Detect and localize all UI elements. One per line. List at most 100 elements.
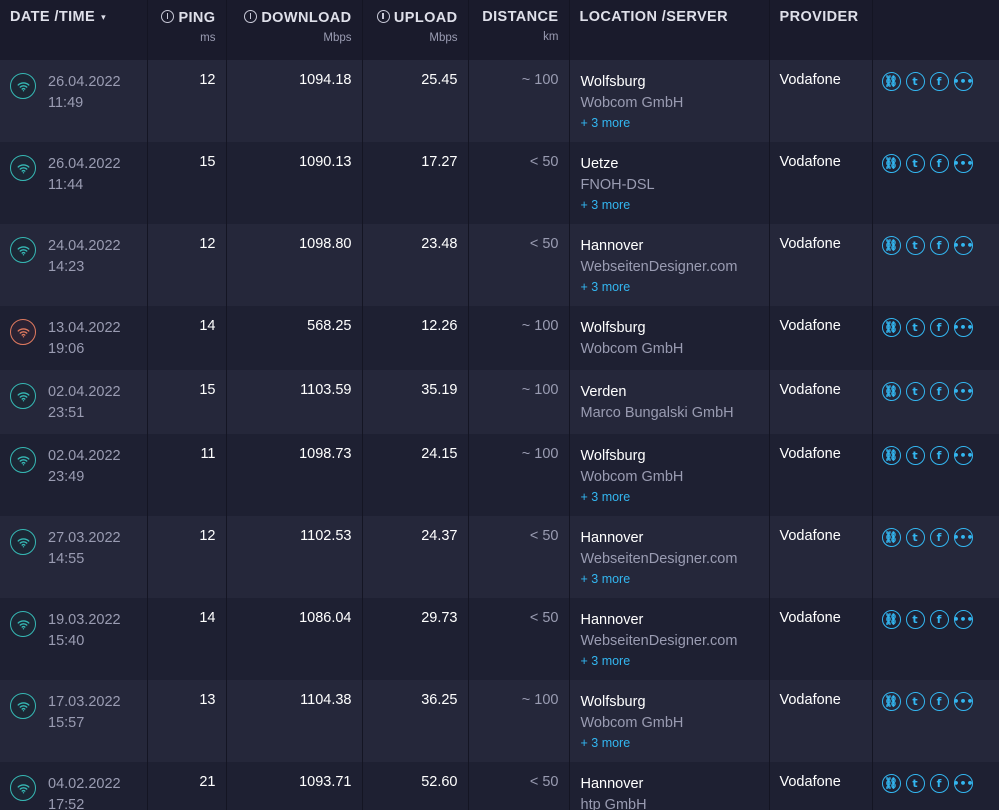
facebook-icon[interactable]: f: [929, 382, 949, 401]
twitter-icon[interactable]: t: [905, 610, 925, 629]
facebook-icon[interactable]: f: [929, 774, 949, 793]
facebook-icon[interactable]: f: [929, 610, 949, 629]
ping-value: 15: [147, 142, 227, 224]
location-cell: Wolfsburg Wobcom GmbH: [569, 306, 770, 370]
header-label: DOWNLOAD: [261, 10, 352, 26]
server-sponsor: WebseitenDesigner.com: [580, 633, 738, 649]
link-icon[interactable]: ⛓: [881, 610, 901, 629]
table-row[interactable]: 02.04.2022 23:51 15 1103.59 35.19 ~ 100 Verden…: [0, 370, 999, 434]
more-options-icon[interactable]: •••: [952, 72, 974, 91]
twitter-icon[interactable]: t: [905, 774, 925, 793]
facebook-icon[interactable]: f: [929, 236, 949, 255]
twitter-icon[interactable]: t: [905, 528, 925, 547]
twitter-icon[interactable]: t: [905, 318, 925, 337]
more-options-icon[interactable]: •••: [952, 236, 974, 255]
distance-value: < 50: [468, 598, 570, 680]
header-label: UPLOAD: [393, 10, 458, 26]
twitter-icon[interactable]: t: [905, 692, 925, 711]
more-options-icon[interactable]: •••: [952, 610, 974, 629]
header-unit: ms: [200, 32, 216, 44]
twitter-icon[interactable]: t: [905, 72, 925, 91]
share-icons: ⛓ t f •••: [881, 528, 999, 547]
more-options-icon[interactable]: •••: [952, 446, 974, 465]
more-options-icon[interactable]: •••: [952, 774, 974, 793]
ping-value: 11: [147, 434, 227, 516]
more-servers-link[interactable]: + 3 more: [581, 114, 769, 133]
table-row[interactable]: 26.04.2022 11:44 15 1090.13 17.27 < 50 Uetze FN…: [0, 142, 999, 224]
download-icon: [244, 10, 258, 23]
link-icon[interactable]: ⛓: [881, 154, 901, 173]
result-date: 27.03.2022: [48, 530, 121, 546]
upload-value: 52.60: [362, 762, 469, 810]
more-servers-link[interactable]: + 3 more: [581, 488, 769, 507]
link-icon[interactable]: ⛓: [881, 318, 901, 337]
sort-caret-icon: ▾: [101, 12, 107, 22]
more-options-icon[interactable]: •••: [952, 382, 974, 401]
ping-value: 14: [147, 306, 227, 370]
result-time: 15:57: [48, 715, 85, 731]
table-row[interactable]: 13.04.2022 19:06 14 568.25 12.26 ~ 100 Wolfsbu…: [0, 306, 999, 370]
more-servers-link[interactable]: + 3 more: [581, 278, 769, 297]
header-download[interactable]: DOWNLOAD Mbps: [226, 0, 363, 60]
more-servers-link[interactable]: + 3 more: [581, 196, 769, 215]
location-cell: Uetze FNOH-DSL + 3 more: [569, 142, 770, 224]
more-servers-link[interactable]: + 3 more: [581, 652, 769, 671]
twitter-icon[interactable]: t: [905, 236, 925, 255]
more-servers-link[interactable]: + 3 more: [581, 570, 769, 589]
table-row[interactable]: 19.03.2022 15:40 14 1086.04 29.73 < 50 Hannove…: [0, 598, 999, 680]
header-ping[interactable]: PING ms: [147, 0, 227, 60]
facebook-icon[interactable]: f: [929, 692, 949, 711]
result-time: 14:23: [48, 259, 85, 275]
twitter-icon[interactable]: t: [905, 382, 925, 401]
header-provider[interactable]: PROVIDER: [769, 0, 873, 60]
results-table: DATE /TIME ▾ PING ms DOWNLOAD Mbps UPLOAD Mb…: [0, 0, 999, 810]
more-options-icon[interactable]: •••: [952, 528, 974, 547]
upload-value: 35.19: [362, 370, 469, 434]
download-value: 1094.18: [226, 60, 363, 142]
table-row[interactable]: 27.03.2022 14:55 12 1102.53 24.37 < 50 Hannove…: [0, 516, 999, 598]
upload-value: 12.26: [362, 306, 469, 370]
header-location-server[interactable]: LOCATION /SERVER: [569, 0, 770, 60]
wifi-icon: [10, 237, 36, 263]
link-icon[interactable]: ⛓: [881, 692, 901, 711]
ping-value: 12: [147, 60, 227, 142]
link-icon[interactable]: ⛓: [881, 236, 901, 255]
link-icon[interactable]: ⛓: [881, 382, 901, 401]
share-icons: ⛓ t f •••: [881, 236, 999, 255]
header-label: LOCATION /SERVER: [579, 9, 728, 25]
server-location: Verden: [580, 384, 627, 400]
facebook-icon[interactable]: f: [929, 446, 949, 465]
more-options-icon[interactable]: •••: [952, 692, 974, 711]
share-icons: ⛓ t f •••: [881, 154, 999, 173]
table-row[interactable]: 17.03.2022 15:57 13 1104.38 36.25 ~ 100 Wolfsb…: [0, 680, 999, 762]
date-time-cell: 04.02.2022 17:52: [0, 762, 148, 810]
distance-value: ~ 100: [468, 680, 570, 762]
more-servers-link[interactable]: + 3 more: [581, 734, 769, 753]
server-location: Uetze: [580, 156, 619, 172]
facebook-icon[interactable]: f: [929, 72, 949, 91]
table-row[interactable]: 26.04.2022 11:49 12 1094.18 25.45 ~ 100 Wolfsb…: [0, 60, 999, 142]
header-upload[interactable]: UPLOAD Mbps: [362, 0, 469, 60]
server-location: Hannover: [580, 776, 644, 792]
download-value: 1093.71: [226, 762, 363, 810]
server-sponsor: htp GmbH: [580, 797, 647, 810]
facebook-icon[interactable]: f: [929, 154, 949, 173]
more-options-icon[interactable]: •••: [952, 318, 974, 337]
more-options-icon[interactable]: •••: [952, 154, 974, 173]
ping-value: 15: [147, 370, 227, 434]
facebook-icon[interactable]: f: [929, 528, 949, 547]
link-icon[interactable]: ⛓: [881, 774, 901, 793]
facebook-icon[interactable]: f: [929, 318, 949, 337]
link-icon[interactable]: ⛓: [881, 446, 901, 465]
result-time: 17:52: [48, 797, 85, 810]
header-date-time[interactable]: DATE /TIME ▾: [0, 0, 148, 60]
table-row[interactable]: 04.02.2022 17:52 21 1093.71 52.60 < 50 Hannove…: [0, 762, 999, 810]
twitter-icon[interactable]: t: [905, 154, 925, 173]
table-row[interactable]: 24.04.2022 14:23 12 1098.80 23.48 < 50 Hannove…: [0, 224, 999, 306]
link-icon[interactable]: ⛓: [881, 72, 901, 91]
twitter-icon[interactable]: t: [905, 446, 925, 465]
header-distance[interactable]: DISTANCE km: [468, 0, 570, 60]
upload-value: 36.25: [362, 680, 469, 762]
table-row[interactable]: 02.04.2022 23:49 11 1098.73 24.15 ~ 100 Wolfsb…: [0, 434, 999, 516]
link-icon[interactable]: ⛓: [881, 528, 901, 547]
